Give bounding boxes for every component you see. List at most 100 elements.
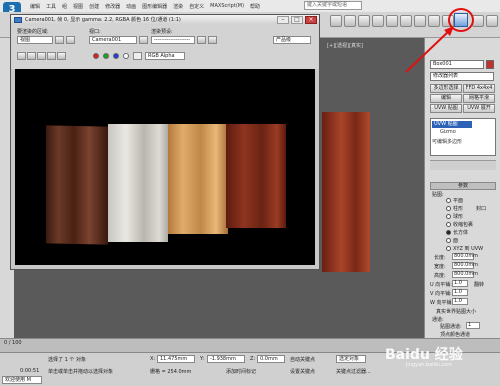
display-channel-dropdown[interactable]: RGB Alpha <box>145 52 185 60</box>
menu-group[interactable]: 组 <box>62 3 67 10</box>
map-channel-label: 贴图通道: <box>440 324 462 330</box>
height-spinner[interactable]: 800.0mm <box>452 271 478 278</box>
toolbar-button-icon[interactable] <box>344 15 356 27</box>
baidu-watermark-logo: Baidu 经验 <box>385 347 463 363</box>
wood-board-light-maple <box>168 124 228 234</box>
print-image-icon[interactable] <box>47 52 56 60</box>
object-color-swatch[interactable] <box>486 60 494 69</box>
clone-frame-icon[interactable] <box>37 52 46 60</box>
clear-icon[interactable] <box>57 52 66 60</box>
menu-animation[interactable]: 动画 <box>126 3 136 10</box>
toolbar-button-icon[interactable] <box>358 15 370 27</box>
green-channel-icon[interactable] <box>103 53 109 59</box>
prompt-hint: 单击或单击并拖动以选择对象 <box>48 369 114 375</box>
u-tile-label: U 向平铺: <box>430 282 452 288</box>
radio-cylindrical[interactable] <box>446 206 451 211</box>
real-world-map-size-checkbox[interactable]: 真实世界贴图大小 <box>436 308 476 315</box>
render-preset-dropdown[interactable]: -------------------- <box>151 36 195 44</box>
vertex-color-channel-radio[interactable]: 顶点颜色通道 <box>440 331 470 338</box>
stack-item-editable-poly[interactable]: 可编辑多边形 <box>432 138 462 145</box>
menu-edit[interactable]: 编辑 <box>30 3 40 10</box>
auto-region-icon[interactable] <box>66 36 75 44</box>
length-spinner[interactable]: 800.0mm <box>452 253 478 260</box>
baidu-watermark-url: jingyan.baidu.com <box>406 362 453 368</box>
menu-help[interactable]: 帮助 <box>250 3 260 10</box>
key-filters-button[interactable]: 关键点过滤器... <box>336 368 371 375</box>
render-setup-small-icon[interactable] <box>197 36 206 44</box>
stack-item-gizmo[interactable]: Gizmo <box>440 129 456 135</box>
wood-board-white-oak <box>108 124 168 242</box>
search-input[interactable]: 键入关键字或短语 <box>304 1 362 10</box>
copy-image-icon[interactable] <box>27 52 36 60</box>
toolbar-button-icon[interactable] <box>486 15 498 27</box>
modifier-button[interactable]: UVW 展开 <box>463 104 495 113</box>
maxscript-listener[interactable]: 欢迎使用 M <box>2 376 42 384</box>
radio-xyz-uvw[interactable] <box>446 246 451 251</box>
map-channel-spinner[interactable]: 1 <box>466 322 480 329</box>
viewport-label[interactable]: [+][透视][真实] <box>327 42 363 49</box>
time-slider-label: 0 / 100 <box>4 340 22 346</box>
blue-channel-icon[interactable] <box>113 53 119 59</box>
radio-shrink-wrap[interactable] <box>446 222 451 227</box>
menu-maxscript[interactable]: MAXScript(M) <box>210 3 244 9</box>
v-tile-spinner[interactable]: 1.0 <box>452 289 468 296</box>
radio-label: XYZ 到 UVW <box>453 246 484 252</box>
menu-view[interactable]: 视图 <box>73 3 83 10</box>
stack-item-uvw-map[interactable]: UVW 贴图 <box>432 121 472 128</box>
red-channel-icon[interactable] <box>93 53 99 59</box>
menu-rendering[interactable]: 渲染 <box>173 3 183 10</box>
modifier-button[interactable]: 编辑 <box>430 94 462 103</box>
radio-label: 柱形 <box>453 206 464 212</box>
mono-icon[interactable] <box>133 52 142 60</box>
production-dropdown[interactable]: 产品级 <box>273 36 311 44</box>
alpha-channel-icon[interactable] <box>123 53 129 59</box>
edit-region-icon[interactable] <box>55 36 64 44</box>
radio-planar[interactable] <box>446 198 451 203</box>
toolbar-button-icon[interactable] <box>386 15 398 27</box>
area-to-render-dropdown[interactable]: 视图 <box>17 36 53 44</box>
viewport-label-text: 视口: <box>89 29 101 35</box>
toolbar-button-icon[interactable] <box>330 15 342 27</box>
add-time-tag[interactable]: 添加时间标记 <box>226 368 256 375</box>
toolbar-button-icon[interactable] <box>372 15 384 27</box>
radio-box[interactable] <box>446 230 451 235</box>
red-arrow-icon <box>405 26 454 73</box>
close-button[interactable]: × <box>305 16 317 24</box>
w-tile-label: W 向平铺: <box>430 300 454 306</box>
radio-face[interactable] <box>446 238 451 243</box>
width-label: 宽度: <box>434 264 446 270</box>
modifier-button[interactable]: 多边形选择 <box>430 84 462 93</box>
selected-dropdown[interactable]: 选定对象 <box>336 355 366 363</box>
minimize-button[interactable]: – <box>277 16 289 24</box>
menu-graph-editors[interactable]: 图形编辑器 <box>142 3 167 10</box>
auto-key-button[interactable]: 自动关键点 <box>290 356 315 363</box>
y-coordinate-field[interactable]: -1.938mm <box>207 355 245 363</box>
w-tile-spinner[interactable]: 1.0 <box>452 298 468 305</box>
lock-viewport-icon[interactable] <box>139 36 148 44</box>
wood-board-dark-walnut <box>46 125 108 245</box>
y-label: Y: <box>200 356 205 362</box>
set-key-button[interactable]: 设置关键点 <box>290 368 315 375</box>
menu-customize[interactable]: 自定义 <box>189 3 204 10</box>
modifier-button[interactable]: FFD 4x4x4 <box>463 84 495 93</box>
z-coordinate-field[interactable]: 0.0mm <box>257 355 285 363</box>
mapping-label: 贴图: <box>432 192 444 198</box>
radio-label: 面 <box>453 238 459 244</box>
menu-modifiers[interactable]: 修改器 <box>105 3 120 10</box>
menu-tools[interactable]: 工具 <box>46 3 56 10</box>
render-window-title: Camera001, 帧 0, 显示 gamma: 2.2, RGBA 颜色 1… <box>11 15 319 25</box>
u-tile-spinner[interactable]: 1.0 <box>452 280 468 287</box>
modifier-button[interactable]: 网格平滑 <box>463 94 495 103</box>
maximize-button[interactable]: □ <box>291 16 303 24</box>
x-coordinate-field[interactable]: 11.475mm <box>157 355 195 363</box>
grid-size: 栅格 = 254.0mm <box>150 369 192 375</box>
modifier-button[interactable]: UVW 贴图 <box>430 104 462 113</box>
parameters-rollout-title[interactable]: 参数 <box>430 182 496 190</box>
environment-icon[interactable] <box>208 36 217 44</box>
viewport-dropdown[interactable]: Camera001 <box>89 36 137 44</box>
menu-create[interactable]: 创建 <box>89 3 99 10</box>
width-spinner[interactable]: 800.0mm <box>452 262 478 269</box>
save-image-icon[interactable] <box>17 52 26 60</box>
radio-spherical[interactable] <box>446 214 451 219</box>
render-preset-label: 渲染预设: <box>151 29 173 35</box>
